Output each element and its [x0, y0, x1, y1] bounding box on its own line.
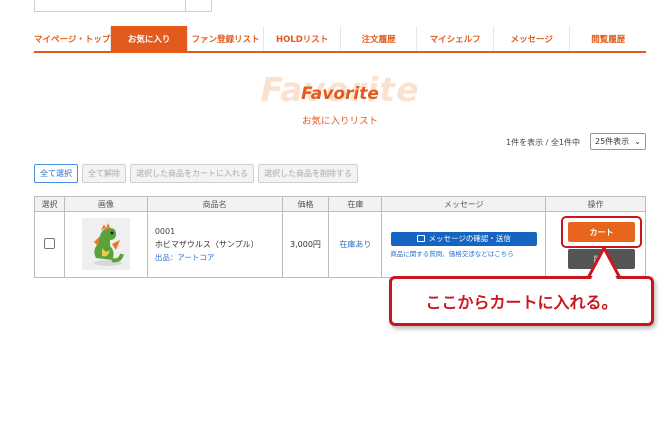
tab-messages[interactable]: メッセージ	[494, 26, 571, 51]
tab-fan-list[interactable]: ファン登録リスト	[188, 26, 265, 51]
message-note: 商品に関する質問、価格交渉などはこちら	[390, 249, 514, 258]
dinosaur-figure-image	[93, 222, 124, 266]
bulk-actions: 全て選択 全て解除 選択した商品をカートに入れる 選択した商品を削除する	[34, 164, 358, 183]
add-selected-to-cart-button[interactable]: 選択した商品をカートに入れる	[130, 164, 254, 183]
product-name[interactable]: ホビマザウルス（サンプル）	[155, 238, 282, 251]
mypage-nav: マイページ・トップ お気に入り ファン登録リスト HOLDリスト 注文履歴 マイ…	[34, 26, 646, 53]
deselect-all-button[interactable]: 全て解除	[82, 164, 126, 183]
header-price: 価格	[281, 196, 330, 212]
product-thumbnail[interactable]	[81, 217, 130, 270]
per-page-value: 25件表示	[595, 137, 630, 146]
tab-my-shelf[interactable]: マイシェルフ	[417, 26, 494, 51]
tab-favorites[interactable]: お気に入り	[111, 26, 188, 51]
product-code: 0001	[154, 227, 176, 236]
search-box[interactable]	[34, 0, 212, 12]
table-row: 0001 ホビマザウルス（サンプル） 出品：アートコア 3,000円 在庫あり …	[34, 211, 646, 278]
row-checkbox[interactable]	[43, 238, 55, 249]
header-message: メッセージ	[381, 196, 547, 212]
page-title: Favorite	[301, 84, 379, 104]
message-button[interactable]: メッセージの確認・送信	[390, 231, 537, 246]
stock-cell: 在庫あり	[328, 211, 383, 278]
price-cell: 3,000円	[281, 211, 330, 278]
search-box-divider	[185, 0, 186, 12]
product-price: 3,000円	[290, 240, 321, 249]
header-product-name: 商品名	[146, 196, 283, 212]
delete-selected-button[interactable]: 選択した商品を削除する	[258, 164, 358, 183]
select-all-button[interactable]: 全て選択	[34, 164, 78, 183]
header-actions: 操作	[545, 196, 646, 212]
product-name-cell: 0001 ホビマザウルス（サンプル） 出品：アートコア	[146, 211, 283, 278]
favorites-table: 選択 画像 商品名 価格 在庫 メッセージ 操作 0001 ホビマザウルス（サン…	[34, 196, 646, 278]
message-button-label: メッセージの確認・送信	[428, 234, 511, 243]
seller-link[interactable]: 出品：アートコア	[155, 251, 282, 264]
image-cell	[63, 211, 148, 278]
select-cell	[34, 211, 65, 278]
stock-status: 在庫あり	[339, 240, 372, 249]
table-header-row: 選択 画像 商品名 価格 在庫 メッセージ 操作	[34, 196, 646, 212]
message-cell: メッセージの確認・送信 商品に関する質問、価格交渉などはこちら	[381, 211, 547, 278]
message-icon	[416, 235, 425, 242]
result-count: 1件を表示 / 全1件中	[506, 138, 580, 147]
cart-button-highlight	[561, 216, 642, 248]
delete-button[interactable]: 削除	[568, 249, 635, 269]
header-stock: 在庫	[328, 196, 383, 212]
header-select: 選択	[34, 196, 65, 212]
tab-browsing-history[interactable]: 閲覧履歴	[570, 26, 646, 51]
page-subtitle: お気に入りリスト	[301, 116, 378, 127]
callout-annotation: ここからカートに入れる。	[389, 276, 654, 326]
per-page-select[interactable]: 25件表示 ⌄	[590, 133, 646, 150]
chevron-down-icon: ⌄	[634, 137, 641, 146]
header-image: 画像	[63, 196, 148, 212]
tab-order-history[interactable]: 注文履歴	[341, 26, 418, 51]
tab-mypage-top[interactable]: マイページ・トップ	[34, 26, 112, 51]
tab-hold-list[interactable]: HOLDリスト	[264, 26, 341, 51]
